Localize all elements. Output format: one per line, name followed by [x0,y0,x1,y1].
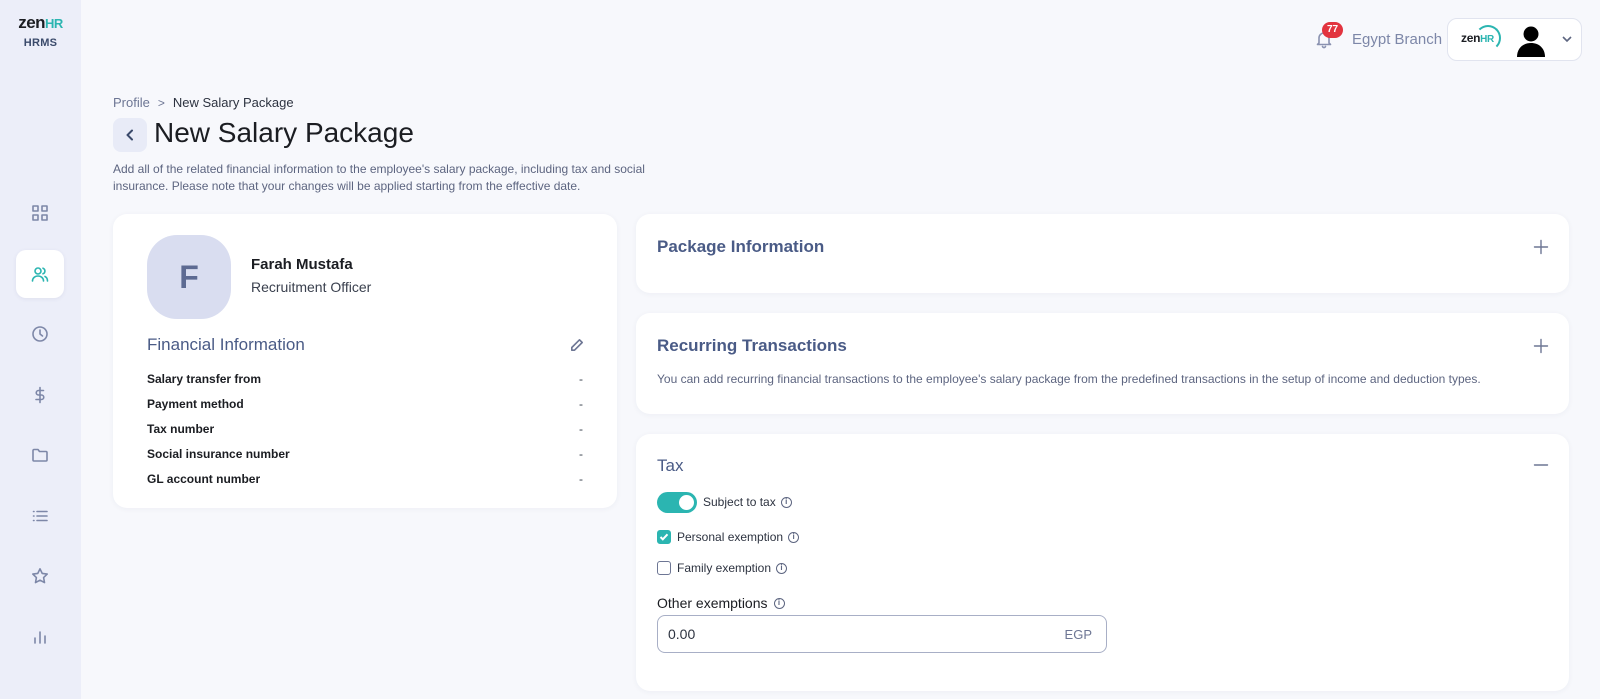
breadcrumb-separator: > [157,95,165,110]
employee-role: Recruitment Officer [251,279,372,295]
chevron-left-icon [126,129,133,141]
financial-row: GL account number - [147,472,583,486]
expand-package-button[interactable] [1533,239,1549,255]
company-logo: zenHR [1461,25,1501,51]
sidebar: zenHR HRMS [0,0,81,699]
notifications-button[interactable]: 77 [1312,22,1344,51]
page-description: Add all of the related financial informa… [113,162,645,193]
plus-icon [1533,338,1549,354]
brand-name: zenHR [18,13,63,32]
dollar-icon [35,386,45,404]
financial-information-title: Financial Information [147,335,305,354]
other-exemptions-input[interactable] [668,624,1028,644]
chevron-down-icon [1560,32,1574,46]
employee-name: Farah Mustafa [251,256,353,273]
sidebar-item-people[interactable] [16,250,64,298]
breadcrumb: Profile > New Salary Package [113,95,294,110]
branch-selector[interactable]: Egypt Branch [1352,31,1442,48]
list-icon [32,510,48,522]
notification-count-badge: 77 [1322,22,1344,38]
brand-subtitle: HRMS [23,37,58,49]
edit-financial-button[interactable] [570,338,584,352]
plus-icon [1533,239,1549,255]
breadcrumb-current: New Salary Package [172,95,294,110]
family-exemption-checkbox[interactable] [657,561,671,575]
minus-icon [1533,464,1549,466]
financial-row: Social insurance number - [147,447,583,461]
sidebar-item-time[interactable] [16,310,64,358]
sidebar-item-reports[interactable] [16,613,64,661]
financial-row: Salary transfer from - [147,372,583,386]
sidebar-item-payroll[interactable] [16,371,64,419]
financial-row: Tax number - [147,422,583,436]
folder-icon [32,448,48,462]
currency-suffix: EGP [1064,627,1092,642]
info-icon[interactable]: i [780,496,792,508]
sidebar-item-favorites[interactable] [16,552,64,600]
sidebar-item-lists[interactable] [16,492,64,540]
recurring-transactions-description: You can add recurring financial transact… [657,372,1481,386]
expand-recurring-button[interactable] [1533,338,1549,354]
back-button[interactable] [113,118,147,152]
sidebar-item-dashboard[interactable] [16,189,64,237]
tax-title: Tax [657,456,684,475]
clock-icon [32,326,48,342]
package-information-section[interactable]: Package Information [636,214,1569,293]
user-avatar-icon [1517,26,1545,57]
sidebar-item-documents[interactable] [16,431,64,479]
checkmark-icon [659,533,669,541]
employee-avatar: F [147,235,231,319]
users-icon [31,267,49,282]
employee-profile-card: F Farah Mustafa Recruitment Officer Fina… [113,214,617,508]
grid-icon [32,205,48,221]
pencil-icon [571,339,583,351]
package-information-title: Package Information [657,237,825,256]
family-exemption-label: Family exemption i [677,561,788,575]
recurring-transactions-title: Recurring Transactions [657,336,847,355]
info-icon[interactable]: i [773,597,785,609]
bar-chart-icon [34,631,46,644]
info-icon[interactable]: i [776,562,788,574]
personal-exemption-checkbox[interactable] [657,530,671,544]
star-icon [31,568,48,584]
subject-to-tax-toggle[interactable] [657,492,697,513]
financial-row: Payment method - [147,397,583,411]
collapse-tax-button[interactable] [1533,457,1549,473]
subject-to-tax-label: Subject to tax i [703,495,792,509]
breadcrumb-profile-link[interactable]: Profile [113,95,150,110]
page-title: New Salary Package [154,117,414,148]
info-icon[interactable]: i [788,531,800,543]
app-logo[interactable]: zenHR HRMS [0,13,81,50]
account-menu[interactable]: zenHR [1447,18,1582,61]
personal-exemption-label: Personal exemption i [677,530,800,544]
tax-section: Tax Subject to tax i Personal exemption … [636,434,1569,691]
recurring-transactions-section[interactable]: Recurring Transactions You can add recur… [636,313,1569,414]
other-exemptions-field[interactable]: EGP [657,615,1107,653]
other-exemptions-label: Other exemptions i [657,595,785,611]
